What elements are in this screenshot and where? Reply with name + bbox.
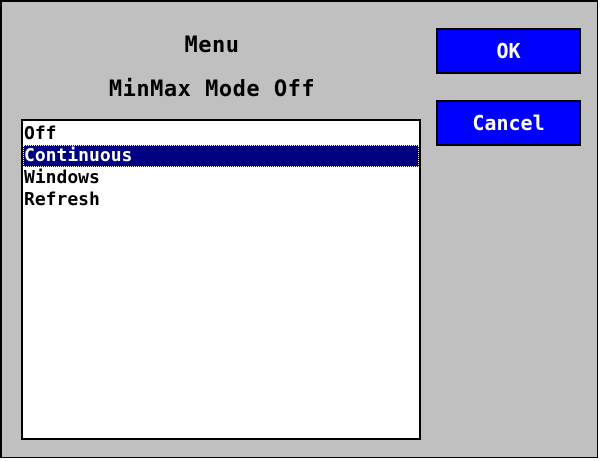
list-item-refresh[interactable]: Refresh xyxy=(23,189,419,211)
dialog-subtitle: MinMax Mode Off xyxy=(108,77,316,102)
list-item-off[interactable]: Off xyxy=(23,123,419,145)
mode-listbox[interactable]: Off Continuous Windows Refresh xyxy=(21,119,421,440)
dialog-title: Menu xyxy=(184,33,240,58)
list-item-windows[interactable]: Windows xyxy=(23,167,419,189)
cancel-button[interactable]: Cancel xyxy=(436,100,581,146)
ok-button[interactable]: OK xyxy=(436,28,581,74)
list-item-continuous[interactable]: Continuous xyxy=(23,145,419,167)
minmax-dialog: Menu MinMax Mode Off Off Continuous Wind… xyxy=(0,0,598,458)
